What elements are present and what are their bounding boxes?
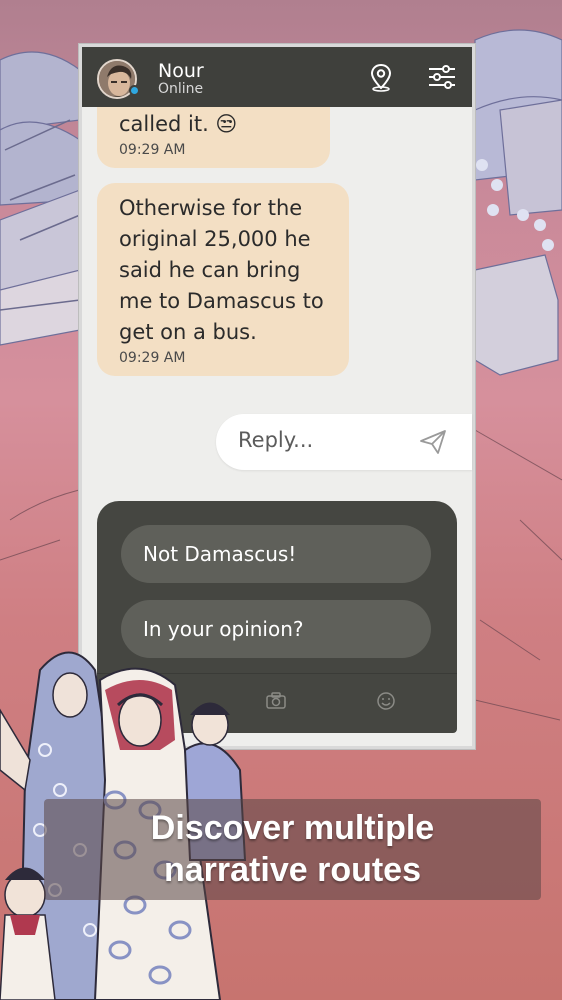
message-time: 09:29 AM: [119, 142, 186, 158]
message-bubble: called it. 😒 09:29 AM: [97, 107, 330, 168]
location-pin-icon[interactable]: [365, 61, 397, 93]
reply-input[interactable]: Reply...: [216, 414, 472, 470]
reply-placeholder: Reply...: [238, 428, 314, 452]
message-bubble: Otherwise for the original 25,000 he sai…: [97, 183, 349, 376]
caption-line: Discover multiple: [150, 809, 435, 847]
chat-header: Nour Online: [82, 47, 472, 107]
message-time: 09:29 AM: [119, 350, 186, 366]
settings-sliders-icon[interactable]: [426, 61, 458, 93]
message-text: called it. 😒: [119, 112, 238, 136]
contact-status: Online: [158, 81, 204, 97]
choice-button[interactable]: Not Damascus!: [121, 525, 431, 583]
promo-caption: Discover multiple narrative routes: [44, 799, 541, 900]
send-icon[interactable]: [418, 427, 448, 457]
online-status-dot: [129, 85, 140, 96]
caption-line: narrative routes: [164, 851, 421, 889]
message-text: Otherwise for the original 25,000 he sai…: [119, 196, 324, 344]
emoji-icon[interactable]: [375, 690, 397, 712]
contact-name: Nour: [158, 60, 204, 82]
